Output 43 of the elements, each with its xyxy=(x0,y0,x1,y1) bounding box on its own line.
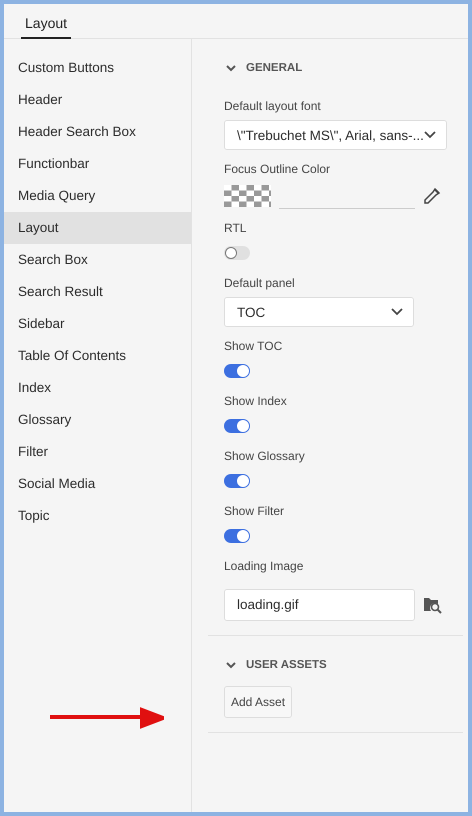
sidebar-item[interactable]: Media Query xyxy=(4,180,191,212)
sidebar-item[interactable]: Header xyxy=(4,84,191,116)
sidebar-item[interactable]: Index xyxy=(4,372,191,404)
toggle-switch[interactable] xyxy=(224,529,250,543)
chevron-icon[interactable] xyxy=(226,64,236,72)
add-asset-button[interactable]: Add Asset xyxy=(224,686,292,718)
field-label: RTL xyxy=(224,220,248,237)
sidebar-item[interactable]: Social Media xyxy=(4,468,191,500)
section-title: GENERAL xyxy=(246,62,302,74)
field-label: Show Glossary xyxy=(224,448,306,465)
field-label: Show Filter xyxy=(224,503,286,520)
sidebar-item[interactable]: Table Of Contents xyxy=(4,340,191,372)
sidebar-item[interactable]: Layout xyxy=(4,212,191,244)
section-title: USER ASSETS xyxy=(246,659,327,671)
chevron-icon xyxy=(424,131,436,139)
chevron-icon xyxy=(391,308,403,316)
sidebar-item[interactable]: Topic xyxy=(4,500,191,532)
sidebar-item[interactable]: Search Box xyxy=(4,244,191,276)
field-label: Loading Image xyxy=(224,558,304,575)
sidebar-item[interactable]: Glossary xyxy=(4,404,191,436)
tab[interactable]: Layout xyxy=(21,15,72,39)
dropdown[interactable]: TOC xyxy=(224,297,414,327)
chevron-icon[interactable] xyxy=(226,662,236,668)
sidebar-item[interactable]: Search Result xyxy=(4,276,191,308)
folder-search-icon[interactable] xyxy=(423,596,443,614)
color-swatch[interactable] xyxy=(224,185,271,207)
sidebar-item[interactable]: Custom Buttons xyxy=(4,52,191,84)
sidebar-item[interactable]: Functionbar xyxy=(4,148,191,180)
toggle-switch[interactable] xyxy=(224,246,250,260)
toggle-switch[interactable] xyxy=(224,474,250,488)
input-field[interactable]: loading.gif xyxy=(224,589,415,621)
field-label: Focus Outline Color xyxy=(224,161,332,178)
dropdown[interactable]: \"Trebuchet MS\", Arial, sans-... xyxy=(224,120,447,150)
field-label: Default panel xyxy=(224,275,296,292)
toggle-switch[interactable] xyxy=(224,419,250,433)
arrow-icon xyxy=(50,707,164,729)
toggle-switch[interactable] xyxy=(224,364,250,378)
field-label: Show Index xyxy=(224,393,288,410)
sidebar-item[interactable]: Filter xyxy=(4,436,191,468)
sidebar-item[interactable]: Header Search Box xyxy=(4,116,191,148)
field-label: Show TOC xyxy=(224,338,284,355)
field-label: Default layout font xyxy=(224,98,322,115)
sidebar-item[interactable]: Sidebar xyxy=(4,308,191,340)
